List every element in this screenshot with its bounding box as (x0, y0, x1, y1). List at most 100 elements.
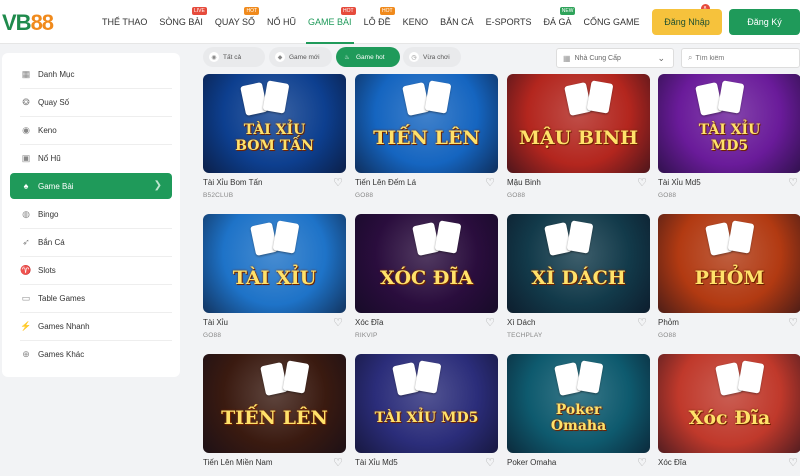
sidebar-item[interactable]: ⚡ Games Nhanh (10, 313, 172, 339)
nav-badge: NEW (559, 7, 576, 15)
game-name: Phỏm (658, 318, 679, 327)
nav-item[interactable]: BẮN CÁ (434, 0, 480, 44)
nav-item[interactable]: GAME BÀI HOT (302, 0, 358, 44)
favorite-heart-icon[interactable]: ♡ (333, 176, 343, 189)
sidebar-item[interactable]: ▦ Danh Mục (10, 61, 172, 87)
nav-item[interactable]: NỔ HŨ (261, 0, 302, 44)
sidebar-item[interactable]: ♠ Game Bài ❯ (10, 173, 172, 199)
sidebar-item[interactable]: ❂ Quay Số (10, 89, 172, 115)
filter-chip-label: Game mới (289, 53, 320, 61)
playing-card-decoration (566, 220, 594, 254)
game-card[interactable]: TÀI XỈU MD5 Tài Xỉu Md5 GO88 ♡ (658, 74, 800, 204)
chevron-down-icon: ⌄ (657, 53, 665, 63)
game-card[interactable]: Xóc Đĩa Xóc Đĩa ♡ (658, 354, 800, 476)
favorite-heart-icon[interactable]: ♡ (637, 316, 647, 329)
game-thumbnail[interactable]: TIẾN LÊN (203, 354, 346, 453)
filter-chip-label: Game hot (356, 53, 385, 61)
nav-item[interactable]: KENO (397, 0, 435, 44)
favorite-heart-icon[interactable]: ♡ (485, 176, 495, 189)
sidebar-item[interactable]: ➶ Bắn Cá (10, 229, 172, 255)
filter-chip[interactable]: ◉ Tất cả (203, 47, 265, 67)
game-card[interactable]: TÀI XỈU MD5 Tài Xỉu Md5 ♡ (355, 354, 498, 476)
nav-item[interactable]: LÔ ĐỀ HOT (358, 0, 397, 44)
favorite-heart-icon[interactable]: ♡ (485, 456, 495, 469)
filter-chip[interactable]: ♨ Game hot (336, 47, 400, 67)
favorite-heart-icon[interactable]: ♡ (485, 316, 495, 329)
favorite-heart-icon[interactable]: ♡ (637, 176, 647, 189)
game-provider: RIKVIP (355, 332, 378, 339)
slot-jackpot-icon: ▣ (21, 152, 31, 163)
sidebar-item-label: Danh Mục (38, 69, 75, 79)
fast-game-icon: ⚡ (20, 320, 32, 331)
nav-item-label: GAME BÀI (308, 17, 352, 27)
favorite-heart-icon[interactable]: ♡ (333, 316, 343, 329)
game-art-title: XÓC ĐĨA (380, 266, 473, 289)
sidebar-item[interactable]: ▭ Table Games (10, 285, 172, 311)
favorite-heart-icon[interactable]: ♡ (333, 456, 343, 469)
filter-chip[interactable]: ◷ Vừa chơi (403, 47, 461, 67)
game-card[interactable]: MẬU BINH Mậu Binh GO88 ♡ (507, 74, 650, 204)
game-card[interactable]: XÌ DÁCH Xì Dách TECHPLAY ♡ (507, 214, 650, 344)
game-thumbnail[interactable]: PHỎM (658, 214, 800, 313)
game-thumbnail[interactable]: TÀI XỈU MD5 (355, 354, 498, 453)
favorite-heart-icon[interactable]: ♡ (788, 316, 798, 329)
nav-item[interactable]: SÒNG BÀI LIVE (153, 0, 209, 44)
game-card[interactable]: XÓC ĐĨA Xóc Đĩa RIKVIP ♡ (355, 214, 498, 344)
nav-item[interactable]: CỔNG GAME (577, 0, 645, 44)
provider-select[interactable]: ▦ Nhà Cung Cấp ⌄ (556, 48, 674, 68)
game-thumbnail[interactable]: MẬU BINH (507, 74, 650, 173)
sidebar-item[interactable]: ▣ Nổ Hũ (10, 145, 172, 171)
game-name: Tiến Lên Miền Nam (203, 458, 273, 467)
game-thumbnail[interactable]: TIẾN LÊN (355, 74, 498, 173)
game-card[interactable]: PHỎM Phỏm GO88 ♡ (658, 214, 800, 344)
sidebar-item[interactable]: ♈ Slots (10, 257, 172, 283)
nav-item[interactable]: THỂ THAO (96, 0, 153, 44)
site-logo[interactable]: VB 88 (2, 10, 54, 36)
grid-icon: ▦ (563, 53, 571, 63)
login-button[interactable]: Đăng Nhập (652, 9, 722, 35)
sidebar-item-label: Game Bài (38, 181, 74, 191)
slots-icon: ♈ (20, 264, 32, 275)
register-button[interactable]: Đăng Ký (729, 9, 800, 35)
game-card[interactable]: TIẾN LÊN Tiến Lên Đếm Lá GO88 ♡ (355, 74, 498, 204)
playing-card-decoration (272, 220, 300, 254)
favorite-heart-icon[interactable]: ♡ (788, 456, 798, 469)
game-thumbnail[interactable]: XÌ DÁCH (507, 214, 650, 313)
all-icon: ◉ (209, 52, 219, 62)
category-sidebar: ▦ Danh Mục ❂ Quay Số ◉ Keno ▣ Nổ Hũ ♠ Game Bài ❯ ◍ B… (2, 53, 180, 377)
favorite-heart-icon[interactable]: ♡ (637, 456, 647, 469)
table-icon: ▭ (21, 292, 31, 303)
sidebar-item[interactable]: ◉ Keno (10, 117, 172, 143)
search-box[interactable]: ⌕ (681, 48, 800, 68)
game-thumbnail[interactable]: Poker Omaha (507, 354, 650, 453)
filter-chip[interactable]: ◆ Game mới (269, 47, 332, 67)
game-provider: GO88 (658, 332, 677, 339)
playing-card-decoration (576, 360, 604, 394)
game-thumbnail[interactable]: TÀI XỈU BOM TẤN (203, 74, 346, 173)
nav-item-label: NỔ HŨ (267, 17, 297, 27)
sidebar-item[interactable]: ⊕ Games Khác (10, 341, 172, 367)
nav-badge: LIVE (192, 7, 207, 15)
fire-icon: ♨ (344, 54, 350, 61)
main-nav: THỂ THAO SÒNG BÀI LIVE QUAY SỐ HOT NỔ HŨ GAME … (96, 0, 714, 44)
favorite-heart-icon[interactable]: ♡ (788, 176, 798, 189)
playing-card-decoration (414, 360, 442, 394)
nav-item[interactable]: ĐÁ GÀ NEW (537, 0, 577, 44)
game-card[interactable]: TIẾN LÊN Tiến Lên Miền Nam ♡ (203, 354, 346, 476)
game-thumbnail[interactable]: XÓC ĐĨA (355, 214, 498, 313)
filter-chip-label: Tất cả (223, 53, 242, 61)
sidebar-item[interactable]: ◍ Bingo (10, 201, 172, 227)
game-thumbnail[interactable]: TÀI XỈU MD5 (658, 74, 800, 173)
game-card[interactable]: TÀI XỈU Tài Xỉu GO88 ♡ (203, 214, 346, 344)
game-thumbnail[interactable]: Xóc Đĩa (658, 354, 800, 453)
game-thumbnail[interactable]: TÀI XỈU (203, 214, 346, 313)
game-art-title: Poker Omaha (550, 401, 607, 434)
game-card[interactable]: Poker Omaha Poker Omaha ♡ (507, 354, 650, 476)
search-input[interactable] (695, 54, 786, 62)
nav-item[interactable]: E-SPORTS (480, 0, 538, 44)
game-card[interactable]: TÀI XỈU BOM TẤN Tài Xỉu Bom Tấn B52CLUB ♡ (203, 74, 346, 204)
game-art-title: Xóc Đĩa (688, 406, 771, 429)
game-name: Tài Xỉu Md5 (355, 458, 398, 467)
nav-item[interactable]: QUAY SỐ HOT (209, 0, 261, 44)
game-art-title: TIẾN LÊN (221, 406, 328, 429)
